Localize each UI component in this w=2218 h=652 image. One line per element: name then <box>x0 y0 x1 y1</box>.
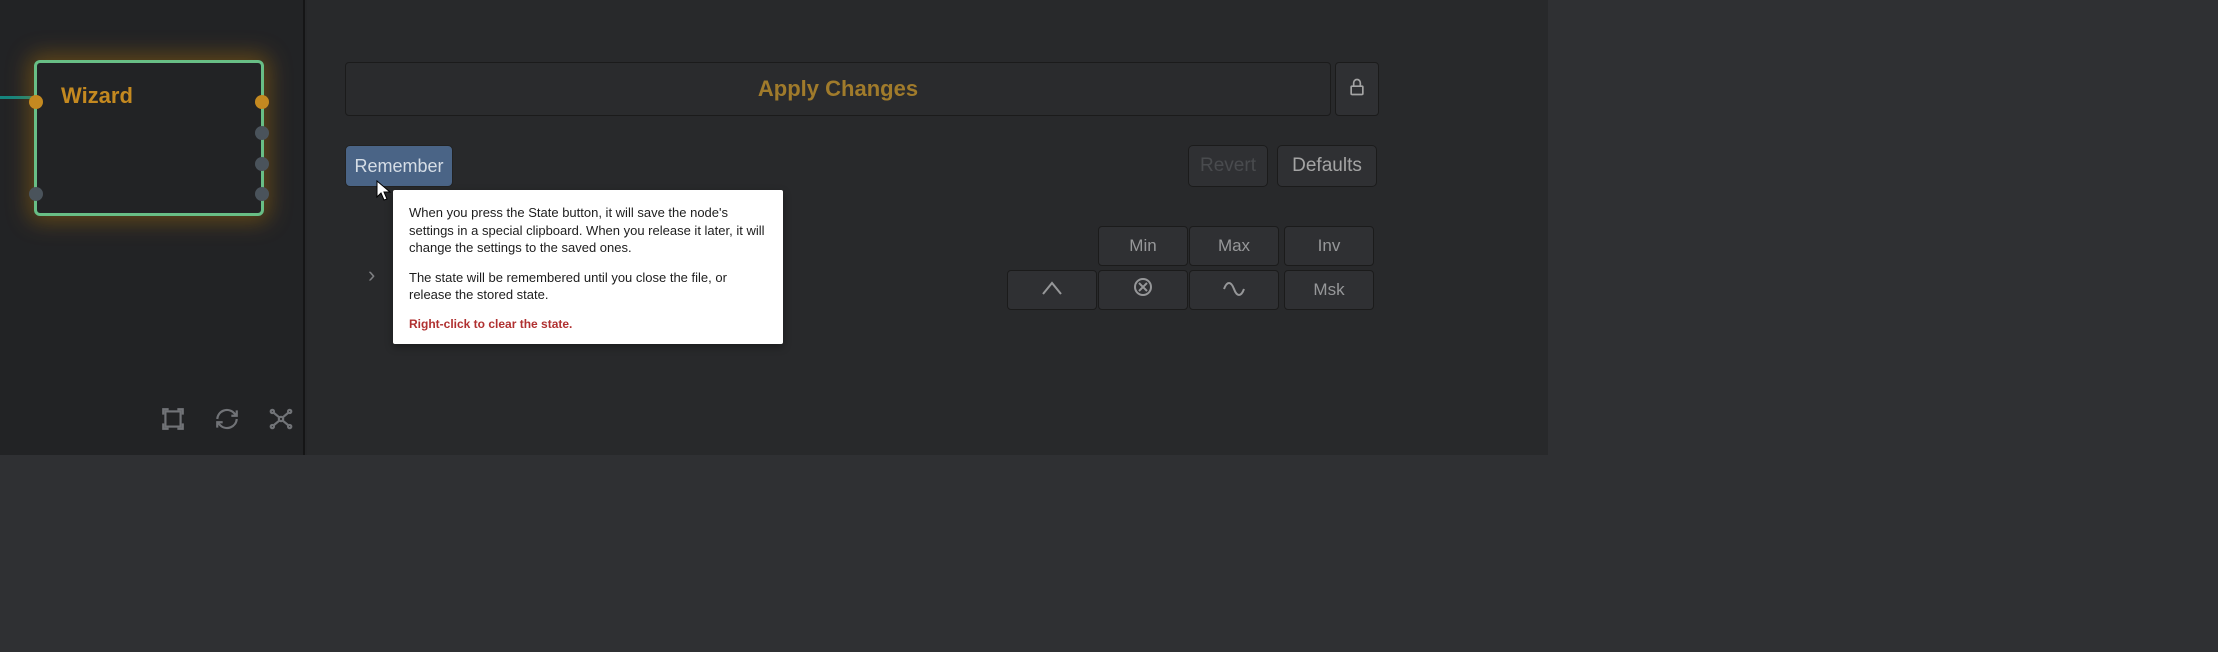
peak-icon <box>1041 279 1063 302</box>
revert-label: Revert <box>1200 155 1256 177</box>
wave-icon <box>1222 279 1246 302</box>
inv-label: Inv <box>1318 236 1341 256</box>
apply-changes-button[interactable]: Apply Changes <box>345 62 1331 116</box>
lock-icon <box>1347 76 1367 103</box>
node-graph-panel: Wizard <box>0 0 305 455</box>
remember-button[interactable]: Remember <box>345 145 453 187</box>
expand-chevron-icon[interactable]: › <box>368 262 375 288</box>
port-out-1[interactable] <box>255 95 269 109</box>
peak-button[interactable] <box>1007 270 1097 310</box>
port-out-4[interactable] <box>255 187 269 201</box>
tooltip-line-2: The state will be remembered until you c… <box>409 269 767 304</box>
node-title: Wizard <box>61 83 133 109</box>
remember-label: Remember <box>354 156 443 177</box>
msk-label: Msk <box>1313 280 1344 300</box>
defaults-label: Defaults <box>1292 155 1362 177</box>
graph-icon[interactable] <box>268 406 294 437</box>
port-in-1[interactable] <box>29 95 43 109</box>
refresh-icon[interactable] <box>214 406 240 437</box>
disable-button[interactable] <box>1098 270 1188 310</box>
circle-x-icon <box>1133 277 1153 303</box>
port-out-3[interactable] <box>255 157 269 171</box>
inv-button[interactable]: Inv <box>1284 226 1374 266</box>
wave-button[interactable] <box>1189 270 1279 310</box>
port-in-2[interactable] <box>29 187 43 201</box>
wizard-node[interactable]: Wizard <box>34 60 264 216</box>
defaults-button[interactable]: Defaults <box>1277 145 1377 187</box>
msk-button[interactable]: Msk <box>1284 270 1374 310</box>
tooltip-line-1: When you press the State button, it will… <box>409 204 767 257</box>
frame-icon[interactable] <box>160 406 186 437</box>
lock-button[interactable] <box>1335 62 1379 116</box>
tooltip-hint: Right-click to clear the state. <box>409 316 767 332</box>
min-button[interactable]: Min <box>1098 226 1188 266</box>
apply-changes-label: Apply Changes <box>758 76 918 102</box>
max-button[interactable]: Max <box>1189 226 1279 266</box>
port-out-2[interactable] <box>255 126 269 140</box>
min-label: Min <box>1129 236 1156 256</box>
revert-button[interactable]: Revert <box>1188 145 1268 187</box>
max-label: Max <box>1218 236 1250 256</box>
remember-tooltip: When you press the State button, it will… <box>393 190 783 344</box>
